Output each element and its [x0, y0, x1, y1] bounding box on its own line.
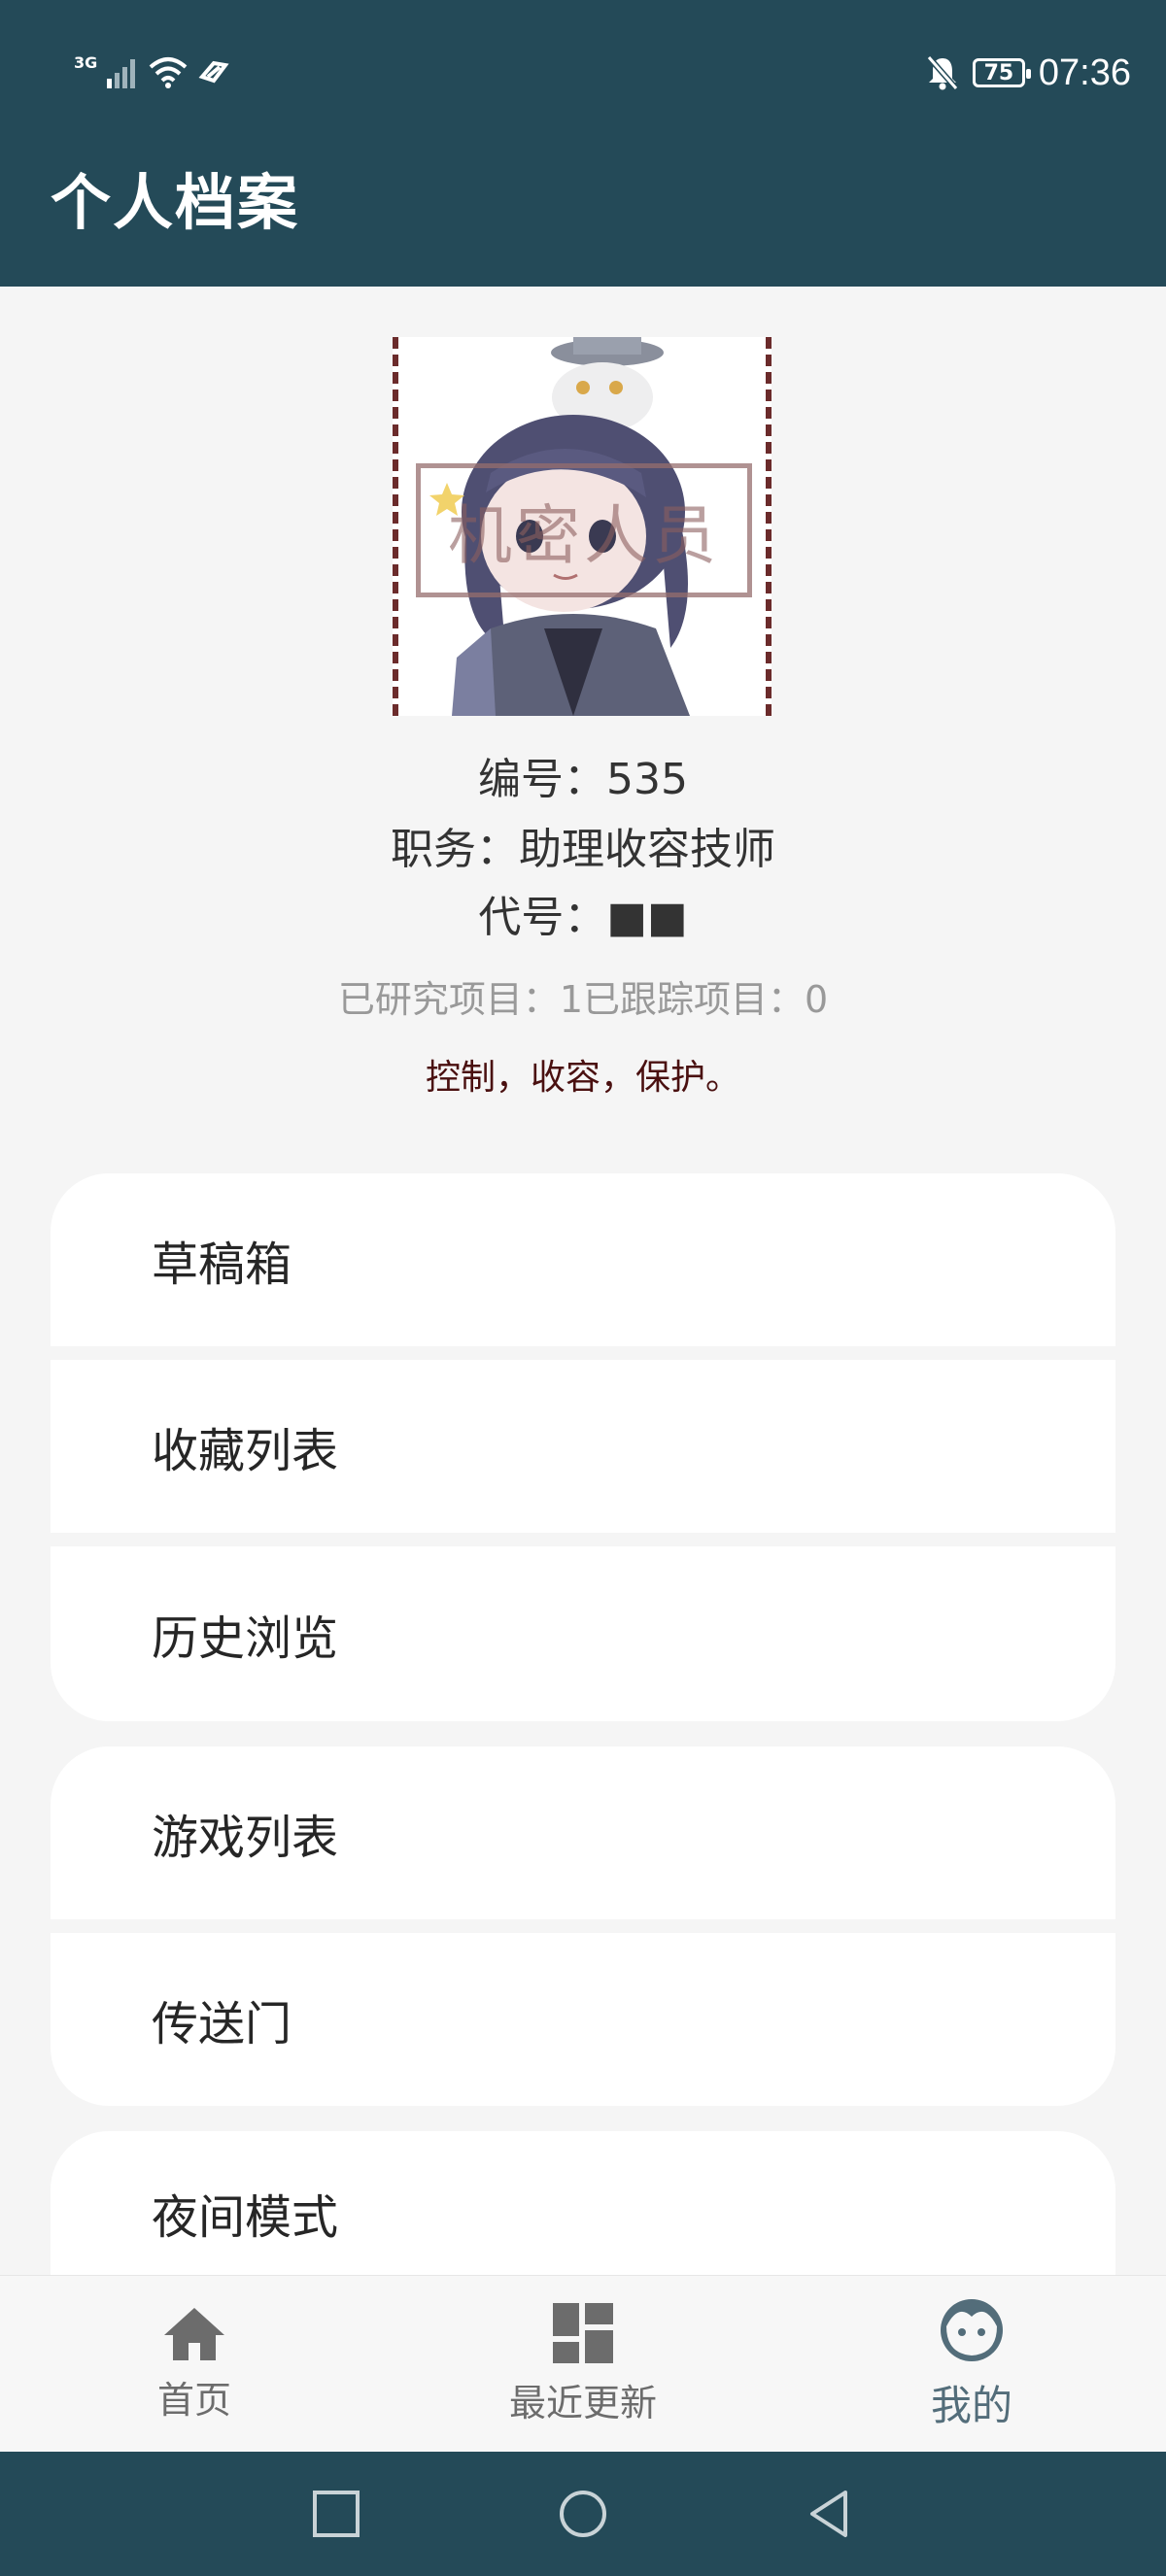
menu-label: 传送门 [152, 1997, 292, 2051]
menu-item-history[interactable]: 历史浏览 [51, 1546, 1115, 1721]
page-title: 个人档案 [51, 167, 300, 238]
nav-item-home[interactable]: 首页 [97, 2276, 292, 2453]
face-icon [941, 2298, 1003, 2361]
menu-item-portal[interactable]: 传送门 [51, 1933, 1115, 2106]
motto: 控制，收容，保护。 [425, 1058, 740, 1098]
link-icon [198, 60, 229, 84]
menu-item-night-mode[interactable]: 夜间模式 [51, 2131, 1115, 2275]
employee-id: 编号：535 [478, 755, 688, 804]
battery-level: 75 [983, 60, 1014, 85]
employee-role: 职务：助理收容技师 [391, 825, 775, 874]
dashboard-icon [553, 2302, 613, 2363]
menu-label: 草稿箱 [152, 1237, 292, 1292]
battery-indicator: 75 [972, 58, 1031, 87]
recent-apps-icon[interactable] [311, 2489, 361, 2539]
signal-icon [107, 59, 136, 88]
status-left: 3G [74, 51, 231, 93]
app-header: 3G 75 07:36 个人档案 [0, 0, 1166, 287]
system-navigation-bar [0, 2452, 1166, 2576]
wifi-icon [149, 57, 188, 88]
back-triangle-icon[interactable] [805, 2489, 855, 2539]
status-right: 75 07:36 [926, 49, 1131, 97]
bell-muted-icon [926, 55, 959, 90]
menu-card-3: 夜间模式 [51, 2131, 1115, 2275]
menu-label: 夜间模式 [152, 2190, 339, 2245]
menu-label: 历史浏览 [152, 1611, 339, 1666]
nav-label: 我的 [930, 2381, 1012, 2429]
network-type-label: 3G [74, 52, 98, 72]
menu-item-favorites[interactable]: 收藏列表 [51, 1360, 1115, 1533]
project-stats: 已研究项目：1已跟踪项目：0 [337, 978, 829, 1021]
nav-item-recent-updates[interactable]: 最近更新 [486, 2276, 680, 2453]
nav-label: 首页 [156, 2378, 231, 2422]
home-circle-icon[interactable] [558, 2489, 608, 2539]
employee-codename: 代号：■■ [478, 893, 688, 942]
profile-avatar[interactable]: 机密人员 [393, 337, 772, 716]
menu-card-1: 草稿箱 收藏列表 历史浏览 [51, 1173, 1115, 1721]
menu-item-games[interactable]: 游戏列表 [51, 1746, 1115, 1919]
status-time: 07:36 [1038, 51, 1131, 93]
bottom-navigation: 首页 最近更新 我的 [0, 2275, 1166, 2453]
home-icon [164, 2307, 224, 2360]
nav-item-mine[interactable]: 我的 [874, 2276, 1069, 2453]
menu-card-2: 游戏列表 传送门 [51, 1746, 1115, 2106]
menu-item-drafts[interactable]: 草稿箱 [51, 1173, 1115, 1346]
menu-label: 游戏列表 [152, 1811, 339, 1865]
nav-label: 最近更新 [508, 2381, 657, 2424]
menu-label: 收藏列表 [152, 1424, 339, 1478]
confidential-stamp: 机密人员 [416, 463, 752, 597]
